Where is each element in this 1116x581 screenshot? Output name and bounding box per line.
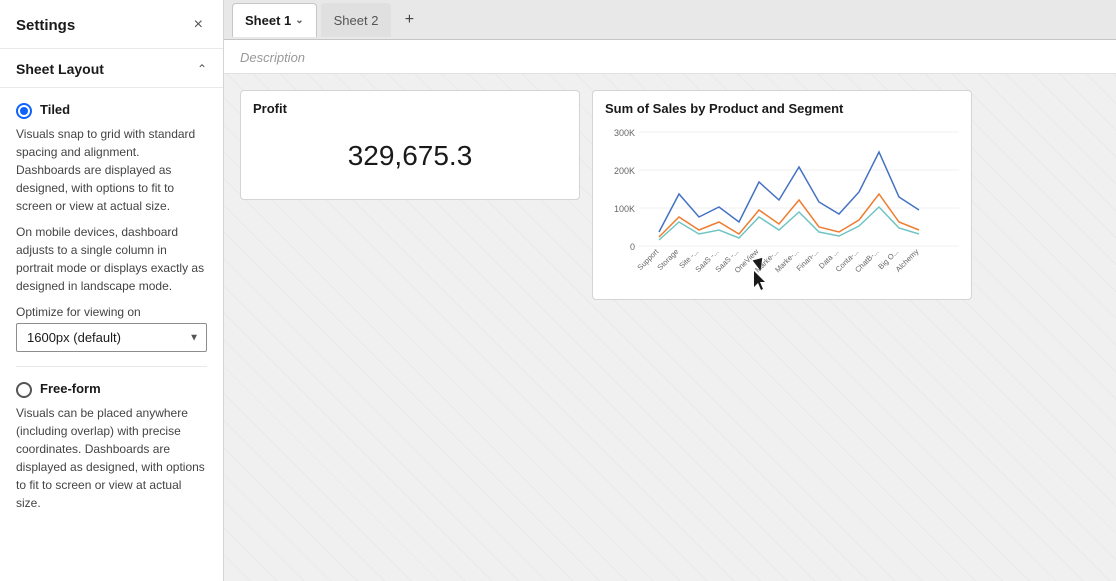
- svg-text:300K: 300K: [614, 128, 635, 138]
- line-chart-card: Sum of Sales by Product and Segment 300K…: [592, 90, 972, 300]
- sidebar-title: Settings: [16, 17, 75, 34]
- close-button[interactable]: ×: [190, 14, 207, 36]
- tab-sheet2-label: Sheet 2: [334, 13, 379, 28]
- freeform-label: Free-form: [40, 381, 101, 398]
- tiled-radio[interactable]: [16, 103, 32, 119]
- main-content: Sheet 1 ⌄ Sheet 2 + Description Profit 3…: [224, 0, 1116, 581]
- line-chart-svg: 300K 200K 100K 0: [605, 122, 961, 290]
- dashboard-canvas: Profit 329,675.3 Sum of Sales by Product…: [224, 74, 1116, 581]
- profit-card: Profit 329,675.3: [240, 90, 580, 200]
- tab-sheet2[interactable]: Sheet 2: [321, 3, 392, 37]
- tab-sheet1[interactable]: Sheet 1 ⌄: [232, 3, 317, 37]
- sheet-layout-section-header[interactable]: Sheet Layout ⌃: [0, 49, 223, 88]
- tab-bar: Sheet 1 ⌄ Sheet 2 +: [224, 0, 1116, 40]
- add-tab-button[interactable]: +: [395, 6, 423, 34]
- description-area[interactable]: Description: [224, 40, 1116, 74]
- tiled-description: Visuals snap to grid with standard spaci…: [16, 125, 207, 215]
- viewport-select-container: 1600px (default) 1280px 1024px 800px ▼: [16, 323, 207, 352]
- line-chart-title: Sum of Sales by Product and Segment: [593, 91, 971, 122]
- profit-card-title: Profit: [241, 91, 579, 122]
- freeform-option[interactable]: Free-form: [16, 381, 207, 398]
- tab-sheet1-label: Sheet 1: [245, 13, 291, 28]
- sidebar-content: Tiled Visuals snap to grid with standard…: [0, 88, 223, 581]
- profit-value: 329,675.3: [241, 122, 579, 172]
- description-placeholder: Description: [240, 50, 305, 65]
- chart-container: 300K 200K 100K 0: [593, 122, 971, 301]
- svg-text:Finan-...: Finan-...: [795, 247, 821, 273]
- chevron-up-icon: ⌃: [197, 62, 207, 76]
- divider: [16, 366, 207, 367]
- svg-text:Storage: Storage: [655, 247, 680, 272]
- viewport-select[interactable]: 1600px (default) 1280px 1024px 800px: [16, 323, 207, 352]
- svg-text:0: 0: [630, 242, 635, 252]
- sheet-layout-title: Sheet Layout: [16, 61, 104, 77]
- settings-sidebar: Settings × Sheet Layout ⌃ Tiled Visuals …: [0, 0, 224, 581]
- tab-sheet1-chevron: ⌄: [295, 15, 303, 26]
- svg-text:200K: 200K: [614, 166, 635, 176]
- freeform-radio[interactable]: [16, 382, 32, 398]
- sidebar-header: Settings ×: [0, 0, 223, 49]
- tiled-option[interactable]: Tiled: [16, 102, 207, 119]
- svg-text:100K: 100K: [614, 204, 635, 214]
- optimize-label: Optimize for viewing on: [16, 305, 207, 319]
- freeform-description: Visuals can be placed anywhere (includin…: [16, 404, 207, 512]
- tiled-description-2: On mobile devices, dashboard adjusts to …: [16, 223, 207, 295]
- tiled-label: Tiled: [40, 102, 70, 119]
